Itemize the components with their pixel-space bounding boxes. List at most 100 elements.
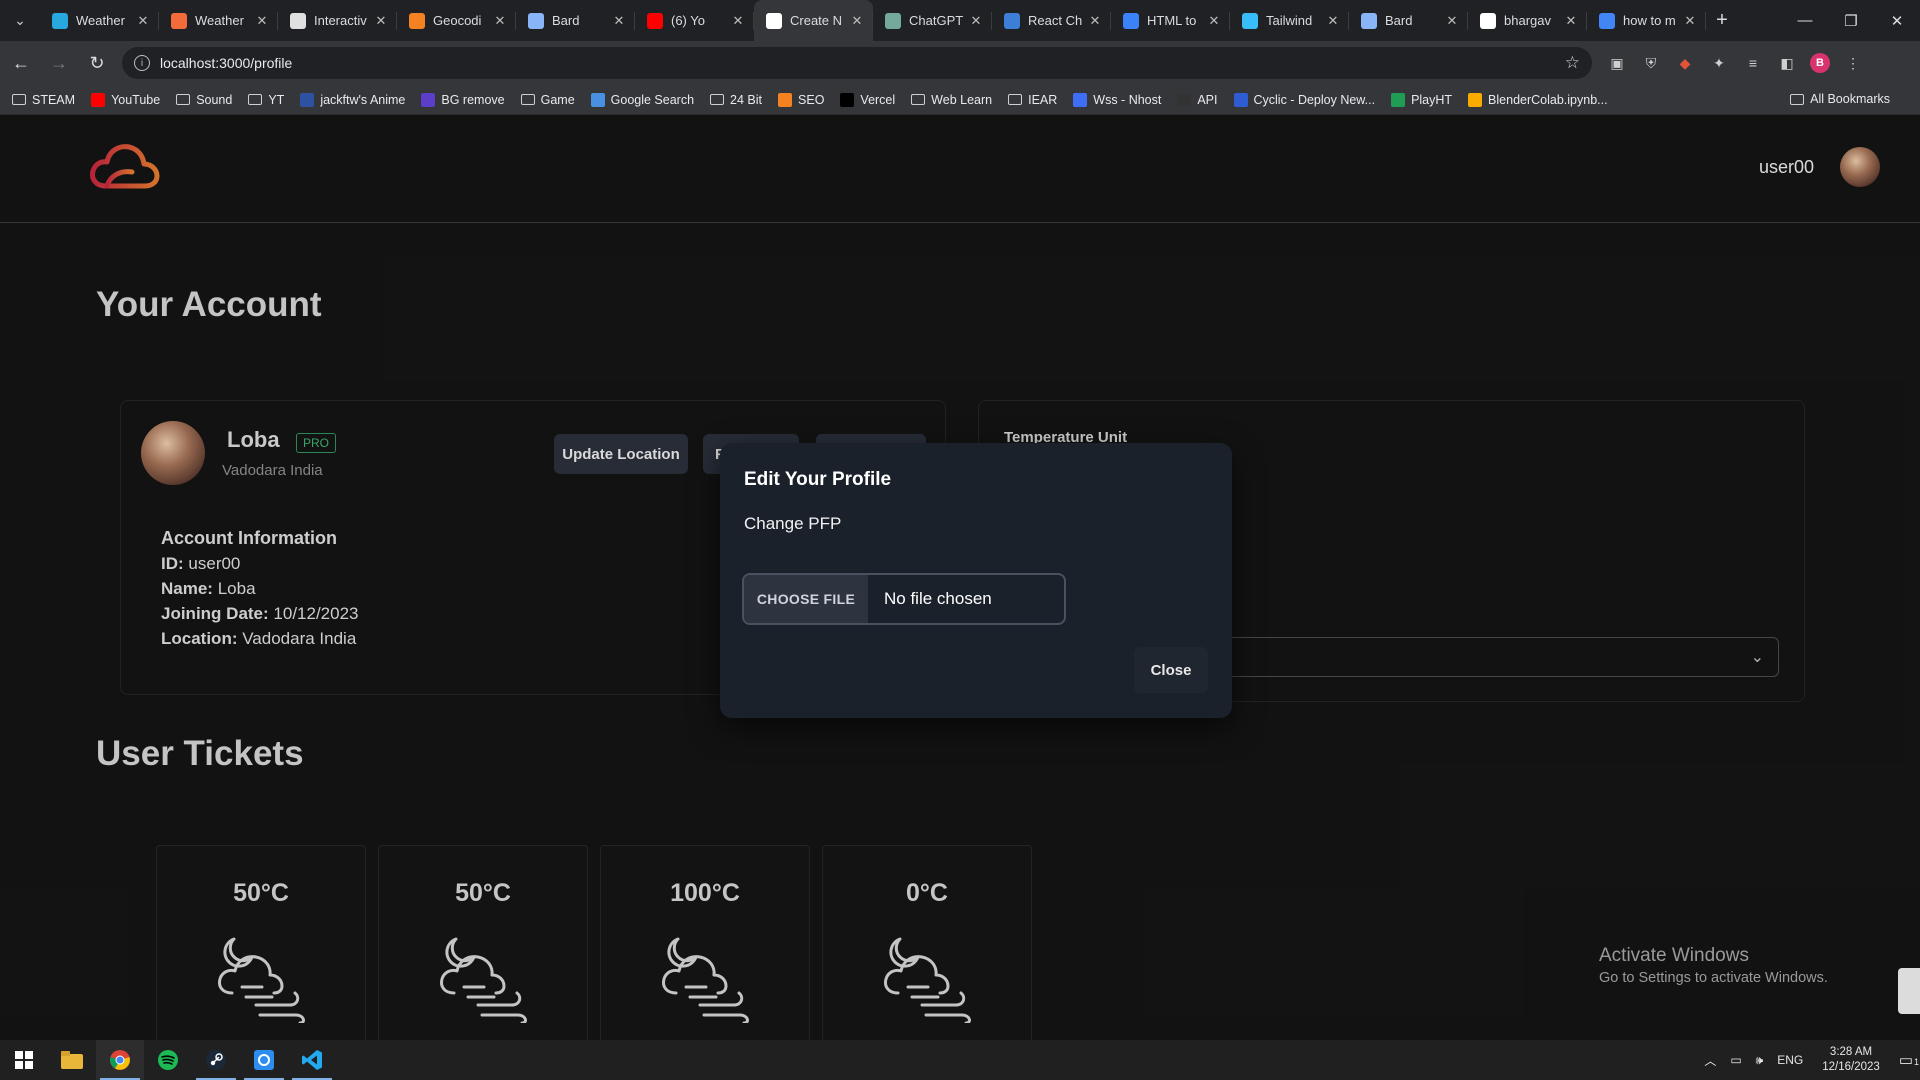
language-indicator[interactable]: ENG [1777, 1053, 1803, 1067]
browser-tab[interactable]: Bard ✕ [516, 0, 635, 41]
clock-time: 3:28 AM [1829, 1046, 1873, 1058]
bookmark-item[interactable]: 24 Bit [710, 93, 762, 107]
vscode-icon[interactable] [288, 1040, 336, 1080]
weather-icon [52, 12, 68, 29]
bookmark-item[interactable]: SEO [778, 92, 825, 107]
taskbar-clock[interactable]: 3:28 AM 12/16/2023 [1822, 1045, 1880, 1075]
bookmark-label: 24 Bit [730, 92, 763, 107]
notification-icon[interactable]: ▭ 1 [1899, 1051, 1919, 1069]
tab-close-icon[interactable]: ✕ [1206, 13, 1222, 29]
chrome-icon[interactable] [96, 1040, 144, 1080]
tab-close-icon[interactable]: ✕ [611, 13, 627, 29]
bookmark-item[interactable]: API [1177, 92, 1218, 107]
choose-file-button[interactable]: CHOOSE FILE [744, 575, 868, 623]
bard-icon [1361, 12, 1377, 29]
url-text[interactable]: localhost:3000/profile [160, 55, 1565, 71]
browser-tab[interactable]: Bard ✕ [1349, 0, 1468, 41]
tab-close-icon[interactable]: ✕ [1682, 13, 1698, 29]
bookmark-item[interactable]: Sound [176, 93, 232, 107]
browser-tab[interactable]: HTML to ✕ [1111, 0, 1230, 41]
url-omnibox[interactable]: i localhost:3000/profile ☆ [122, 47, 1592, 79]
tab-close-icon[interactable]: ✕ [254, 13, 270, 29]
bookmark-item[interactable]: Web Learn [911, 93, 992, 107]
pfp-file-input[interactable]: CHOOSE FILE No file chosen [742, 573, 1066, 625]
browser-tab[interactable]: ChatGPT ✕ [873, 0, 992, 41]
network-icon[interactable]: ▭ [1730, 1053, 1741, 1067]
activate-title: Activate Windows [1599, 945, 1749, 966]
bookmark-item[interactable]: BG remove [421, 92, 505, 107]
browser-tab[interactable]: Weather ✕ [159, 0, 278, 41]
browser-tab[interactable]: Tailwind ✕ [1230, 0, 1349, 41]
browser-tab[interactable]: how to m ✕ [1587, 0, 1706, 41]
bookmark-item[interactable]: Game [520, 93, 575, 107]
spotify-icon[interactable] [144, 1040, 192, 1080]
folder-icon [1008, 93, 1023, 107]
tab-close-icon[interactable]: ✕ [1563, 13, 1579, 29]
google-icon [1599, 12, 1615, 29]
bookmark-star-icon[interactable]: ☆ [1565, 53, 1580, 73]
tab-search-chevron-icon[interactable]: ⌄ [0, 0, 40, 41]
volume-icon[interactable]: 🕪 [1756, 1053, 1764, 1068]
steam-icon[interactable] [192, 1040, 240, 1080]
media-queue-icon[interactable]: ≡ [1742, 52, 1764, 74]
browser-tab[interactable]: React Ch ✕ [992, 0, 1111, 41]
kebab-menu-icon[interactable]: ⋮ [1842, 52, 1864, 74]
blue-app-icon[interactable] [240, 1040, 288, 1080]
bookmark-label: SEO [798, 92, 825, 107]
bookmark-item[interactable]: STEAM [12, 93, 75, 107]
back-arrow-icon[interactable]: ← [4, 46, 38, 80]
site-info-icon[interactable]: i [134, 55, 150, 71]
address-bar: ← → ↻ i localhost:3000/profile ☆ ▣ ⛨ ◆ ✦… [0, 41, 1920, 85]
tab-close-icon[interactable]: ✕ [730, 13, 746, 29]
browser-tab[interactable]: Interactiv ✕ [278, 0, 397, 41]
tray-overflow-icon[interactable]: ︿ [1704, 1052, 1716, 1069]
bookmark-item[interactable]: Vercel [840, 92, 895, 107]
bookmark-item[interactable]: YT [248, 93, 284, 107]
browser-tab[interactable]: Geocodi ✕ [397, 0, 516, 41]
bookmark-item[interactable]: Cyclic - Deploy New... [1233, 92, 1375, 107]
tab-title: bhargav [1504, 13, 1551, 28]
tab-title: ChatGPT [909, 13, 964, 28]
tab-close-icon[interactable]: ✕ [373, 13, 389, 29]
side-panel-handle[interactable] [1898, 968, 1920, 1014]
new-tab-button[interactable]: + [1706, 9, 1738, 32]
browser-tab[interactable]: (6) Yo ✕ [635, 0, 754, 41]
profile-avatar-icon[interactable]: B [1810, 53, 1830, 73]
tab-close-icon[interactable]: ✕ [492, 13, 508, 29]
bookmark-item[interactable]: Wss - Nhost [1073, 92, 1161, 107]
bookmark-item[interactable]: BlenderColab.ipynb... [1468, 92, 1608, 107]
bookmark-item[interactable]: YouTube [91, 92, 160, 107]
minimize-icon[interactable]: — [1782, 0, 1828, 41]
side-panel-icon[interactable]: ◧ [1776, 52, 1798, 74]
bookmark-item[interactable]: jackftw's Anime [300, 92, 405, 107]
puzzle-extensions-icon[interactable]: ✦ [1708, 52, 1730, 74]
colorful-extension-icon[interactable]: ◆ [1674, 52, 1696, 74]
all-bookmarks-button[interactable]: All Bookmarks [1790, 92, 1890, 106]
browser-tab-strip: ⌄ Weather ✕ Weather ✕ Interactiv ✕ Geocodi ✕ Bar… [0, 0, 1920, 41]
tab-close-icon[interactable]: ✕ [849, 13, 865, 29]
tab-close-icon[interactable]: ✕ [1087, 13, 1103, 29]
close-button[interactable]: Close [1134, 647, 1208, 693]
tab-close-icon[interactable]: ✕ [1325, 13, 1341, 29]
cast-icon[interactable]: ▣ [1606, 52, 1628, 74]
shield-extension-icon[interactable]: ⛨ [1640, 52, 1662, 74]
close-window-icon[interactable]: ✕ [1874, 0, 1920, 41]
tab-close-icon[interactable]: ✕ [1444, 13, 1460, 29]
forward-arrow-icon[interactable]: → [42, 46, 76, 80]
tab-close-icon[interactable]: ✕ [135, 13, 151, 29]
bookmark-item[interactable]: PlayHT [1391, 92, 1452, 107]
notification-count: 1 [1913, 1057, 1919, 1067]
tab-close-icon[interactable]: ✕ [968, 13, 984, 29]
browser-tab[interactable]: Create N ✕ [754, 0, 873, 41]
mal-icon [300, 92, 315, 107]
browser-tab[interactable]: bhargav ✕ [1468, 0, 1587, 41]
browser-tab[interactable]: Weather ✕ [40, 0, 159, 41]
bookmark-label: Sound [196, 92, 233, 107]
windows-start-icon[interactable] [0, 1040, 48, 1080]
restore-icon[interactable]: ❐ [1828, 0, 1874, 41]
bookmark-item[interactable]: Google Search [590, 92, 694, 107]
file-explorer-icon[interactable] [48, 1040, 96, 1080]
folder-icon [176, 93, 191, 107]
reload-icon[interactable]: ↻ [80, 46, 114, 80]
bookmark-item[interactable]: IEAR [1008, 93, 1057, 107]
